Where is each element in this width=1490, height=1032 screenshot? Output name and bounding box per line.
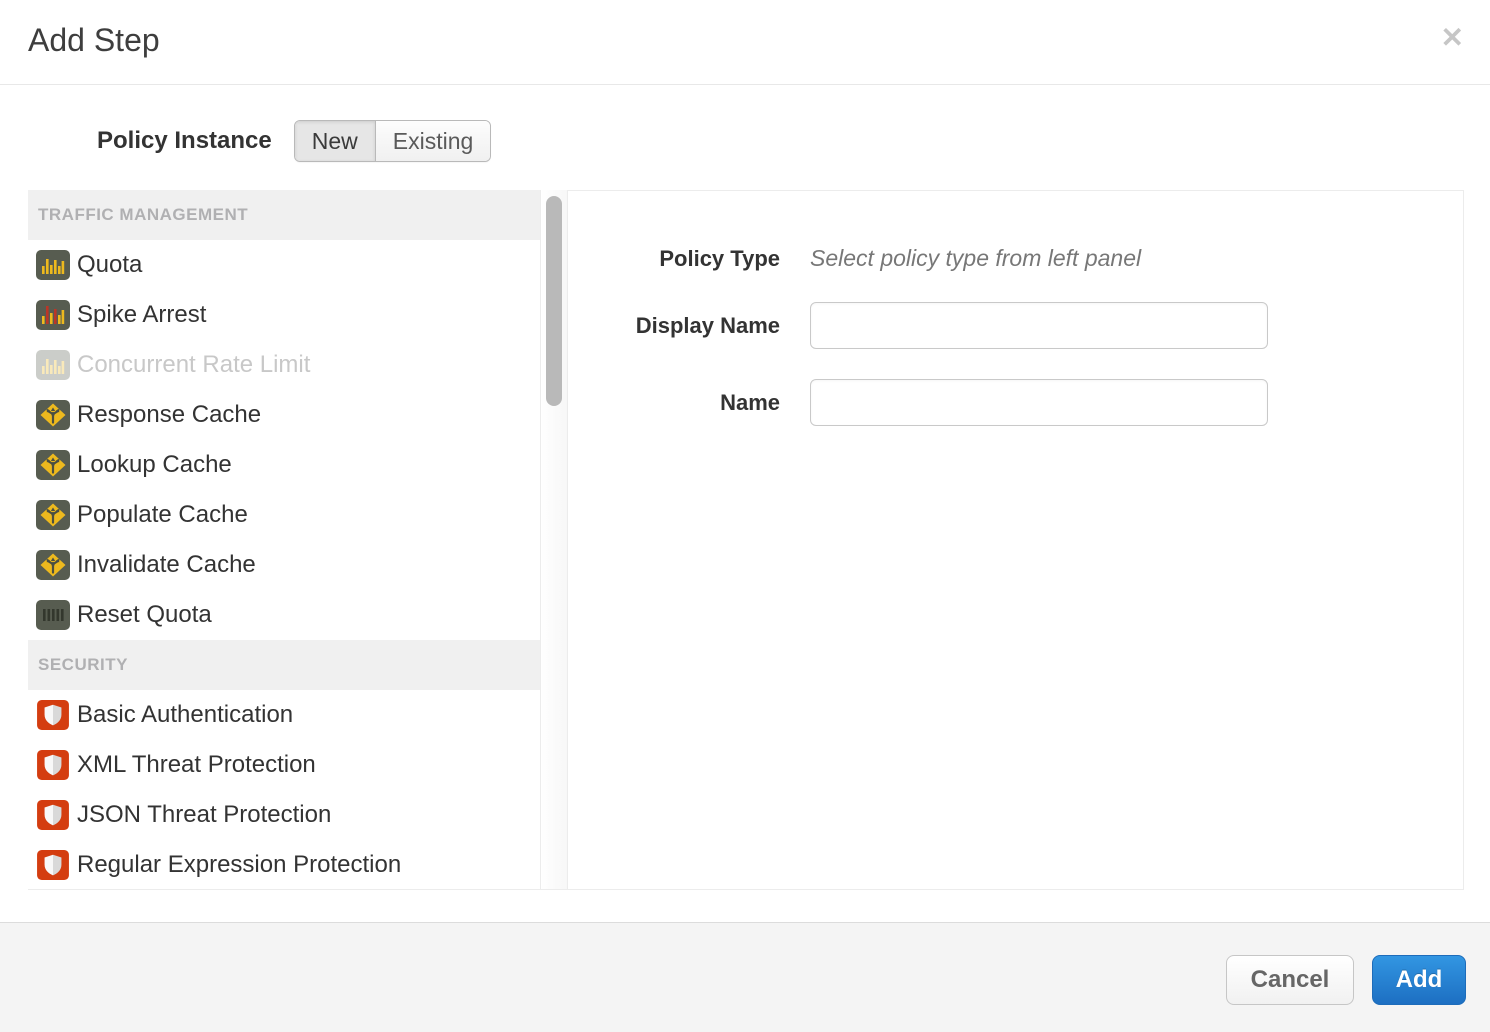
policy-list-panel: TRAFFIC MANAGEMENT Quota Spike Arrest Co…	[28, 190, 540, 890]
policy-item-label: Quota	[77, 251, 142, 279]
display-name-field[interactable]	[810, 302, 1268, 349]
toggle-new-button[interactable]: New	[295, 121, 376, 161]
policy-instance-label: Policy Instance	[97, 127, 272, 155]
dialog-footer: Cancel Add	[0, 922, 1490, 1032]
policy-item-label: Populate Cache	[77, 501, 248, 529]
policy-instance-row: Policy Instance New Existing	[0, 120, 1490, 162]
scrollbar-thumb[interactable]	[546, 196, 562, 406]
name-field[interactable]	[810, 379, 1268, 426]
quota-bars-icon	[36, 250, 70, 280]
policy-item-concurrent-rate-limit: Concurrent Rate Limit	[28, 340, 540, 390]
dialog-header: Add Step ✕	[0, 0, 1490, 85]
policy-item-label: Spike Arrest	[77, 301, 206, 329]
name-label: Name	[568, 390, 780, 416]
policy-item-label: XML Threat Protection	[77, 751, 316, 779]
policy-type-row: Policy Type Select policy type from left…	[568, 245, 1463, 272]
policy-item-label: Concurrent Rate Limit	[77, 351, 310, 379]
policy-item-reset-quota[interactable]: Reset Quota	[28, 590, 540, 640]
page-title: Add Step	[28, 22, 160, 59]
add-button[interactable]: Add	[1372, 955, 1466, 1005]
policy-type-value: Select policy type from left panel	[810, 245, 1141, 272]
dialog-body: TRAFFIC MANAGEMENT Quota Spike Arrest Co…	[28, 190, 1464, 890]
policy-item-label: JSON Threat Protection	[77, 801, 331, 829]
policy-item-spike-arrest[interactable]: Spike Arrest	[28, 290, 540, 340]
policy-item-label: Invalidate Cache	[77, 551, 256, 579]
policy-item-quota[interactable]: Quota	[28, 240, 540, 290]
policy-type-label: Policy Type	[568, 246, 780, 272]
name-row: Name	[568, 379, 1463, 426]
cache-diamond-icon	[36, 450, 70, 480]
cache-diamond-icon	[36, 500, 70, 530]
cancel-button[interactable]: Cancel	[1226, 955, 1354, 1005]
close-icon[interactable]: ✕	[1441, 24, 1464, 52]
footer-spacer	[0, 890, 1490, 922]
policy-item-label: Basic Authentication	[77, 701, 293, 729]
cache-diamond-icon	[36, 550, 70, 580]
policy-item-lookup-cache[interactable]: Lookup Cache	[28, 440, 540, 490]
section-header-security: SECURITY	[28, 640, 540, 690]
spike-bars-icon	[36, 300, 70, 330]
quota-bars-icon	[36, 350, 70, 380]
policy-item-xml-threat-protection[interactable]: XML Threat Protection	[28, 740, 540, 790]
policy-item-label: Regular Expression Protection	[77, 851, 401, 879]
policy-item-regular-expression-protection[interactable]: Regular Expression Protection	[28, 840, 540, 890]
policy-item-label: Response Cache	[77, 401, 261, 429]
policy-instance-toggle: New Existing	[294, 120, 492, 162]
policy-item-populate-cache[interactable]: Populate Cache	[28, 490, 540, 540]
policy-item-label: Lookup Cache	[77, 451, 232, 479]
display-name-label: Display Name	[568, 313, 780, 339]
policy-item-basic-authentication[interactable]: Basic Authentication	[28, 690, 540, 740]
security-shield-icon	[36, 700, 70, 730]
policy-form-panel: Policy Type Select policy type from left…	[568, 190, 1464, 890]
policy-list-scrollbar[interactable]	[540, 190, 568, 890]
section-header-traffic-management: TRAFFIC MANAGEMENT	[28, 190, 540, 240]
policy-item-response-cache[interactable]: Response Cache	[28, 390, 540, 440]
policy-item-invalidate-cache[interactable]: Invalidate Cache	[28, 540, 540, 590]
policy-item-label: Reset Quota	[77, 601, 212, 629]
display-name-row: Display Name	[568, 302, 1463, 349]
security-shield-icon	[36, 750, 70, 780]
reset-quota-icon	[36, 600, 70, 630]
cache-diamond-icon	[36, 400, 70, 430]
security-shield-icon	[36, 850, 70, 880]
policy-item-json-threat-protection[interactable]: JSON Threat Protection	[28, 790, 540, 840]
toggle-existing-button[interactable]: Existing	[376, 121, 491, 161]
security-shield-icon	[36, 800, 70, 830]
